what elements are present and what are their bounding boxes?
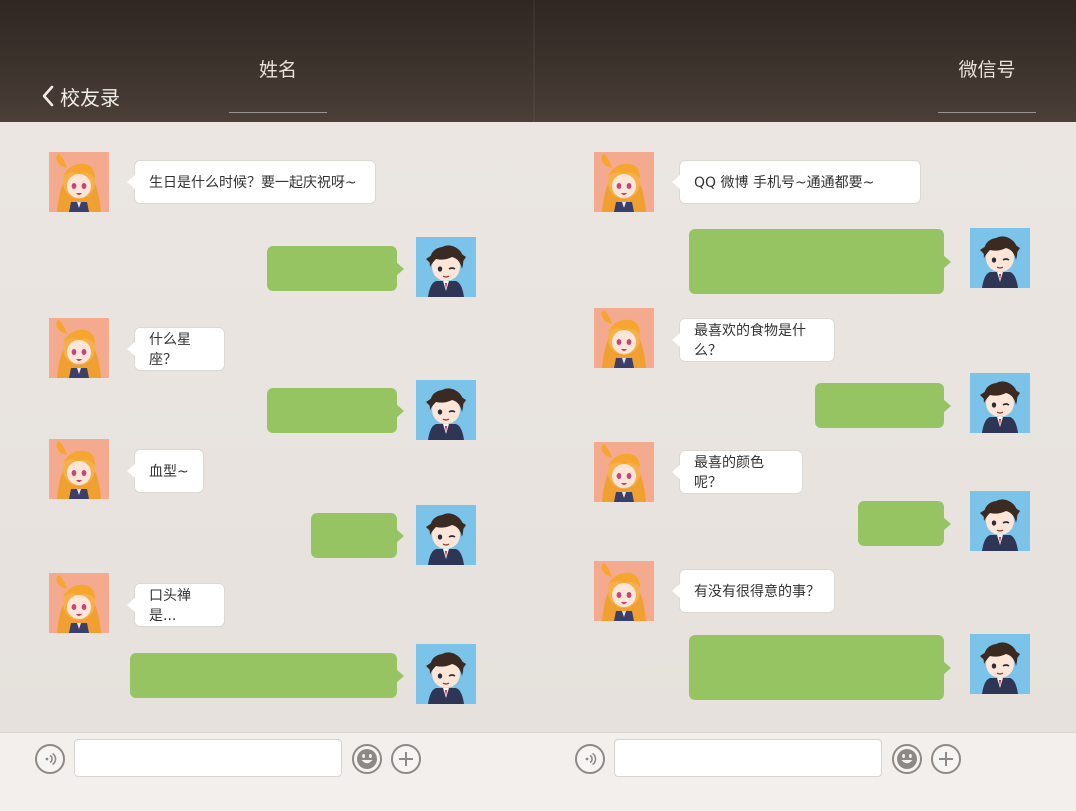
emoji-button[interactable] [892,744,922,774]
wechat-underline [938,112,1036,113]
question-bubble: 生日是什么时候？要一起庆祝呀~ [127,160,376,204]
question-bubble: 什么星座？ [127,327,225,371]
girl-avatar [49,152,109,212]
question-text: 口头禅是... [149,588,191,624]
voice-icon [45,752,57,766]
question-text: 血型~ [149,464,189,480]
question-text: 最喜欢的食物是什么？ [694,323,806,359]
answer-bubble[interactable] [815,383,951,428]
plus-button[interactable] [391,744,421,774]
emoji-button[interactable] [352,744,382,774]
question-bubble: QQ 微博 手机号~通通都要~ [672,160,921,204]
chevron-left-icon [42,85,54,107]
girl-avatar [49,439,109,499]
answer-bubble[interactable] [267,388,404,433]
wechat-label: 微信号 [958,59,1016,81]
boy-avatar [416,237,476,297]
voice-icon [585,752,597,766]
question-bubble: 有没有很得意的事？ [672,569,835,613]
girl-avatar [594,442,654,502]
voice-button[interactable] [575,744,605,774]
emoji-icon [357,749,377,769]
question-text: 什么星座？ [149,332,191,368]
question-text: 生日是什么时候？要一起庆祝呀~ [149,175,357,191]
girl-avatar [594,152,654,212]
back-button[interactable]: 校友录 [40,80,120,112]
boy-avatar [416,644,476,704]
question-text: 有没有很得意的事？ [694,584,820,600]
girl-avatar [49,573,109,633]
plus-icon [399,752,413,766]
question-bubble: 最喜的颜色呢？ [672,450,803,494]
header-divider [533,0,535,122]
girl-avatar [594,308,654,368]
question-bubble: 血型~ [127,449,204,493]
back-label: 校友录 [60,85,120,110]
boy-avatar [416,380,476,440]
answer-bubble[interactable] [858,501,951,546]
chat-area: 生日是什么时候？要一起庆祝呀~ 什么星座？ 血型~ 口头禅是... QQ 微博 … [0,122,1076,732]
question-bubble: 口头禅是... [127,583,225,627]
plus-button[interactable] [931,744,961,774]
voice-button[interactable] [35,744,65,774]
header: 校友录 姓名 微信号 [0,0,1076,122]
name-label: 姓名 [258,59,297,81]
answer-bubble[interactable] [689,229,951,294]
wechat-field[interactable]: 微信号 [938,55,1036,113]
boy-avatar [970,373,1030,433]
answer-bubble[interactable] [689,635,951,700]
boy-avatar [970,634,1030,694]
message-input[interactable] [74,739,342,777]
answer-bubble[interactable] [130,653,404,698]
boy-avatar [970,491,1030,551]
plus-icon [939,752,953,766]
name-field[interactable]: 姓名 [229,55,327,113]
boy-avatar [970,228,1030,288]
message-input[interactable] [614,739,882,777]
question-bubble: 最喜欢的食物是什么？ [672,318,835,362]
question-text: 最喜的颜色呢？ [694,455,764,491]
question-text: QQ 微博 手机号~通通都要~ [694,175,875,191]
girl-avatar [594,561,654,621]
answer-bubble[interactable] [267,246,404,291]
boy-avatar [416,505,476,565]
answer-bubble[interactable] [311,513,404,558]
emoji-icon [897,749,917,769]
name-underline [229,112,327,113]
girl-avatar [49,318,109,378]
input-bar [0,732,1076,811]
